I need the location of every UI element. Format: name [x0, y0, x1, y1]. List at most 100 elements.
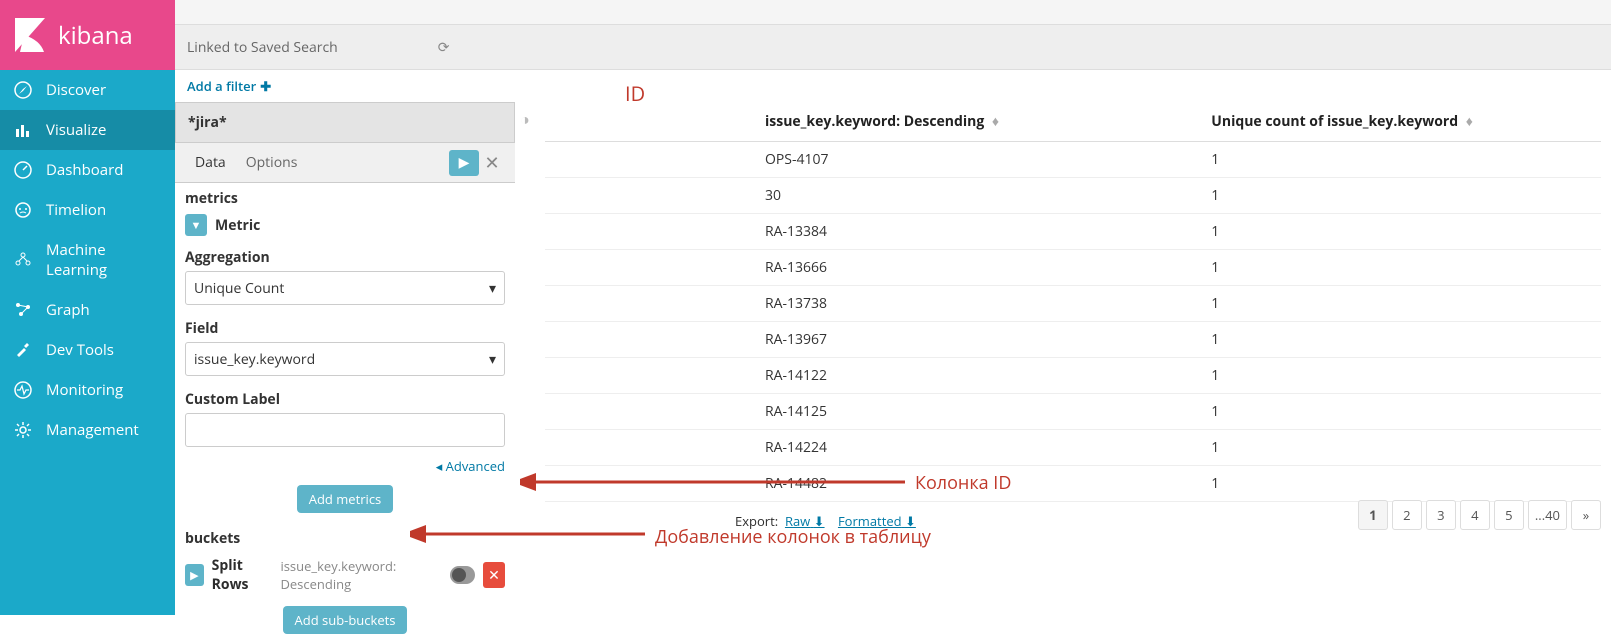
custom-label-label: Custom Label [185, 390, 505, 409]
sidebar-item-label: Dashboard [46, 160, 123, 180]
kibana-logo-icon [10, 15, 50, 55]
sidebar-item-label: Dev Tools [46, 340, 114, 360]
chevron-down-icon: ▾ [489, 350, 496, 369]
field-group: Field issue_key.keyword ▾ [175, 315, 515, 386]
column-header-key-text: issue_key.keyword: Descending [765, 112, 984, 131]
download-icon: ⬇ [905, 512, 916, 530]
field-value: issue_key.keyword [194, 350, 315, 369]
column-header-count[interactable]: Unique count of issue_key.keyword ♦ [1197, 102, 1601, 142]
page-button[interactable]: 3 [1426, 500, 1456, 530]
pagination: 12345...40» [1358, 500, 1601, 530]
sidebar: kibana Discover Visualize Dashboard Time… [0, 0, 175, 615]
tab-data[interactable]: Data [185, 149, 236, 176]
export-formatted-link[interactable]: Formatted ⬇ [838, 512, 916, 530]
cell-key: RA-14482 [545, 466, 1197, 502]
sidebar-item-discover[interactable]: Discover [0, 70, 175, 110]
bar-chart-icon [14, 121, 32, 139]
column-header-key[interactable]: issue_key.keyword: Descending ♦ [545, 102, 1197, 142]
download-icon: ⬇ [814, 512, 825, 530]
collapse-panel-icon[interactable]: ◑ [520, 108, 530, 130]
table-row: RA-141221 [545, 358, 1601, 394]
cell-count: 1 [1197, 394, 1601, 430]
collapse-metric-button[interactable]: ▼ [185, 214, 207, 236]
delete-bucket-button[interactable]: ✕ [483, 562, 505, 588]
table-row: RA-137381 [545, 286, 1601, 322]
table-row: RA-136661 [545, 250, 1601, 286]
visualize-editor-panel: *jira* Data Options ▶ ✕ metrics ▼ Metric… [175, 102, 515, 644]
heartbeat-icon [14, 381, 32, 399]
cell-count: 1 [1197, 286, 1601, 322]
table-row: RA-142241 [545, 430, 1601, 466]
aggregation-label: Aggregation [185, 248, 505, 267]
page-button[interactable]: 1 [1358, 500, 1388, 530]
aggregation-value: Unique Count [194, 279, 284, 298]
sidebar-item-graph[interactable]: Graph [0, 290, 175, 330]
metric-row: ▼ Metric [175, 212, 515, 244]
sidebar-item-label: Timelion [46, 200, 106, 220]
export-formatted-text: Formatted [838, 512, 902, 530]
sidebar-item-devtools[interactable]: Dev Tools [0, 330, 175, 370]
logo[interactable]: kibana [0, 0, 175, 70]
sidebar-item-label: Management [46, 420, 139, 440]
sidebar-item-management[interactable]: Management [0, 410, 175, 450]
advanced-toggle[interactable]: ◂ Advanced [175, 457, 515, 481]
metrics-section-label: metrics [175, 183, 515, 212]
custom-label-input[interactable] [185, 413, 505, 447]
cell-key: RA-14224 [545, 430, 1197, 466]
sort-icon: ♦ [1466, 112, 1473, 131]
refresh-icon[interactable]: ⟳ [438, 38, 450, 57]
bucket-toggle[interactable] [450, 566, 475, 584]
index-pattern-display[interactable]: *jira* [175, 102, 515, 143]
page-button[interactable]: 5 [1494, 500, 1524, 530]
linked-search-text: Linked to Saved Search [187, 38, 338, 57]
table-row: 301 [545, 178, 1601, 214]
add-filter-button[interactable]: Add a filter ✚ [175, 70, 1611, 102]
apply-changes-button[interactable]: ▶ [449, 150, 479, 176]
expand-bucket-button[interactable]: ▶ [185, 564, 204, 586]
buckets-section-label: buckets [175, 523, 515, 552]
cell-count: 1 [1197, 358, 1601, 394]
table-row: RA-139671 [545, 322, 1601, 358]
logo-text: kibana [58, 19, 133, 52]
cell-key: 30 [545, 178, 1197, 214]
page-button[interactable]: 4 [1460, 500, 1490, 530]
sort-icon: ♦ [992, 112, 999, 131]
plus-icon: ✚ [260, 77, 271, 95]
metric-title: Metric [215, 216, 260, 235]
results-table: issue_key.keyword: Descending ♦ Unique c… [545, 102, 1601, 502]
sidebar-item-dashboard[interactable]: Dashboard [0, 150, 175, 190]
add-metrics-button[interactable]: Add metrics [297, 485, 394, 513]
discard-changes-button[interactable]: ✕ [479, 150, 505, 176]
sidebar-item-timelion[interactable]: Timelion [0, 190, 175, 230]
column-header-count-text: Unique count of issue_key.keyword [1211, 112, 1458, 131]
sidebar-item-ml[interactable]: Machine Learning [0, 230, 175, 290]
split-rows-bucket: ▶ Split Rows issue_key.keyword: Descendi… [175, 552, 515, 598]
field-select[interactable]: issue_key.keyword ▾ [185, 342, 505, 376]
add-sub-buckets-button[interactable]: Add sub-buckets [283, 606, 408, 634]
cell-key: OPS-4107 [545, 142, 1197, 178]
split-rows-title: Split Rows [212, 556, 273, 594]
chevron-down-icon: ▾ [489, 279, 496, 298]
cell-count: 1 [1197, 250, 1601, 286]
sidebar-item-visualize[interactable]: Visualize [0, 110, 175, 150]
sidebar-item-label: Monitoring [46, 380, 123, 400]
cell-count: 1 [1197, 178, 1601, 214]
cell-key: RA-14125 [545, 394, 1197, 430]
cell-key: RA-13384 [545, 214, 1197, 250]
page-button[interactable]: ...40 [1528, 500, 1567, 530]
table-row: RA-133841 [545, 214, 1601, 250]
results-area: issue_key.keyword: Descending ♦ Unique c… [545, 102, 1601, 530]
cell-count: 1 [1197, 430, 1601, 466]
page-button[interactable]: » [1571, 500, 1601, 530]
aggregation-select[interactable]: Unique Count ▾ [185, 271, 505, 305]
cell-count: 1 [1197, 466, 1601, 502]
panel-tabs: Data Options ▶ ✕ [175, 143, 515, 183]
page-button[interactable]: 2 [1392, 500, 1422, 530]
export-raw-link[interactable]: Raw ⬇ [785, 512, 825, 530]
cell-key: RA-13967 [545, 322, 1197, 358]
gear-icon [14, 421, 32, 439]
tab-options[interactable]: Options [236, 149, 308, 176]
sidebar-item-monitoring[interactable]: Monitoring [0, 370, 175, 410]
cell-key: RA-13666 [545, 250, 1197, 286]
compass-icon [14, 81, 32, 99]
